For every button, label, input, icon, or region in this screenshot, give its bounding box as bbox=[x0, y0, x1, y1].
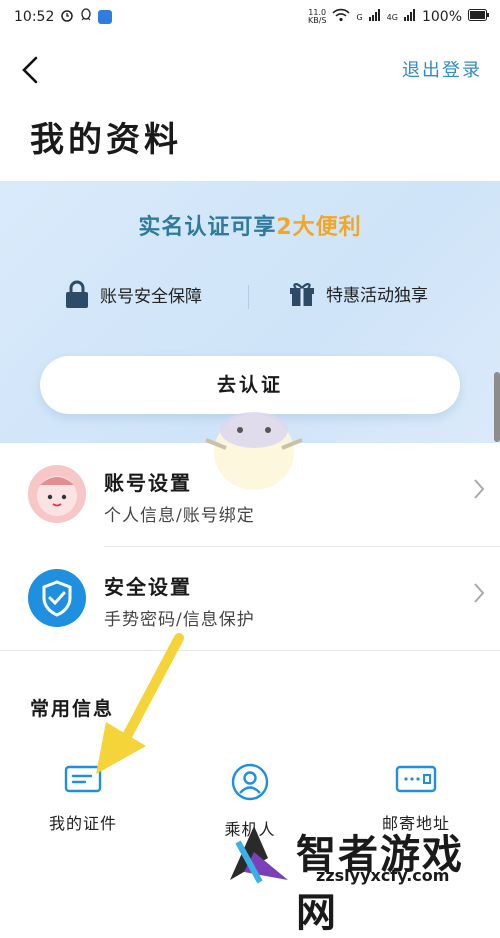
watermark-url: zzslyyxcfy.com bbox=[316, 866, 450, 885]
chevron-right-icon bbox=[474, 479, 485, 499]
net-speed: 11.0 KB/S bbox=[308, 9, 327, 25]
yellow-arrow-annotation bbox=[96, 633, 184, 774]
benefit-exclusive-offers: 特惠活动独享 bbox=[288, 279, 428, 307]
signal1-label: G bbox=[356, 12, 363, 22]
avatar bbox=[28, 465, 86, 523]
benefit-label: 账号安全保障 bbox=[100, 286, 202, 307]
cute-avatar-icon bbox=[37, 476, 77, 516]
signal2-label: 4G bbox=[386, 12, 398, 22]
signal2-icon bbox=[403, 9, 416, 25]
signal1-icon bbox=[368, 9, 381, 25]
chevron-right-icon bbox=[474, 583, 485, 603]
banner-headline-prefix: 实名认证可享 bbox=[138, 215, 277, 240]
qq-icon bbox=[80, 8, 92, 26]
alarm-icon bbox=[60, 8, 74, 26]
header: 退出登录 bbox=[0, 40, 500, 100]
battery-percent: 100% bbox=[421, 9, 462, 25]
watermark-logo-icon bbox=[230, 826, 288, 884]
row-subtitle: 手势密码/信息保护 bbox=[104, 610, 255, 630]
row-subtitle: 个人信息/账号绑定 bbox=[104, 506, 255, 526]
address-card-icon bbox=[395, 765, 437, 793]
gift-icon bbox=[290, 283, 314, 306]
benefit-divider bbox=[248, 285, 249, 309]
app-shield-icon bbox=[98, 10, 113, 24]
security-settings-row[interactable]: 安全设置 手势密码/信息保护 bbox=[0, 547, 500, 651]
benefit-label: 特惠活动独享 bbox=[326, 285, 428, 306]
lock-icon bbox=[66, 280, 88, 308]
status-time: 10:52 bbox=[14, 9, 55, 25]
wifi-icon bbox=[332, 8, 351, 26]
row-title: 账号设置 bbox=[104, 471, 192, 495]
security-icon-badge bbox=[28, 569, 86, 627]
scrollbar-thumb[interactable] bbox=[494, 372, 500, 442]
banner-headline-highlight: 2大便利 bbox=[276, 215, 362, 240]
item-label: 我的证件 bbox=[48, 814, 117, 833]
status-bar: 10:52 11.0 KB/S G 4G 100% bbox=[0, 0, 500, 36]
back-button[interactable] bbox=[16, 52, 46, 88]
net-speed-unit: KB/S bbox=[307, 16, 327, 25]
page-title: 我的资料 bbox=[30, 120, 182, 160]
chevron-left-icon bbox=[22, 56, 38, 84]
battery-icon bbox=[468, 9, 490, 25]
watermark: 智者游戏网 zzslyyxcfy.com bbox=[210, 818, 500, 936]
banner-headline: 实名认证可享2大便利 bbox=[0, 209, 500, 241]
section-divider bbox=[0, 650, 500, 651]
row-title: 安全设置 bbox=[104, 575, 192, 599]
logout-link[interactable]: 退出登录 bbox=[402, 56, 482, 82]
account-settings-row[interactable]: 账号设置 个人信息/账号绑定 bbox=[0, 443, 500, 547]
shield-check-icon bbox=[42, 580, 72, 617]
benefit-account-security: 账号安全保障 bbox=[64, 279, 202, 309]
passenger-icon bbox=[231, 763, 269, 801]
